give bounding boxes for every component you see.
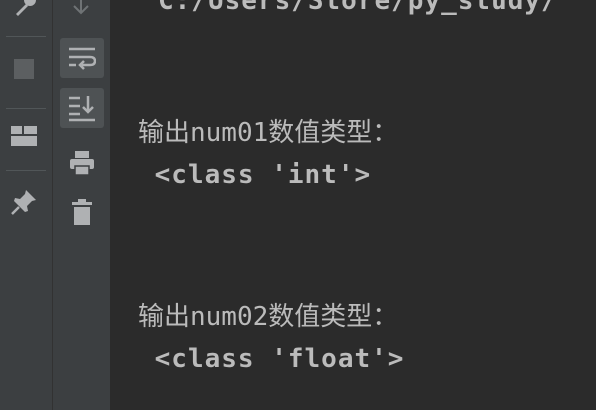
divider bbox=[6, 36, 46, 37]
output-value-num02: <class 'float'> bbox=[138, 344, 405, 374]
path-line: C:/Users/Store/py_study/ bbox=[158, 0, 558, 16]
scroll-to-end-icon[interactable] bbox=[68, 94, 96, 122]
stop-icon[interactable] bbox=[13, 58, 35, 80]
divider bbox=[6, 108, 46, 109]
print-icon[interactable] bbox=[69, 150, 95, 176]
layout-icon[interactable] bbox=[11, 126, 37, 146]
run-side-strip bbox=[0, 0, 53, 410]
output-label-num01: 输出num01数值类型： bbox=[138, 118, 399, 148]
divider bbox=[6, 170, 46, 171]
trash-icon[interactable] bbox=[71, 198, 93, 226]
wrench-icon[interactable] bbox=[12, 0, 38, 16]
output-value-num01: <class 'int'> bbox=[138, 160, 372, 190]
scroll-down-icon[interactable] bbox=[69, 0, 93, 18]
output-label-num02: 输出num02数值类型： bbox=[138, 302, 399, 332]
pin-icon[interactable] bbox=[10, 188, 38, 216]
soft-wrap-icon[interactable] bbox=[68, 45, 96, 71]
